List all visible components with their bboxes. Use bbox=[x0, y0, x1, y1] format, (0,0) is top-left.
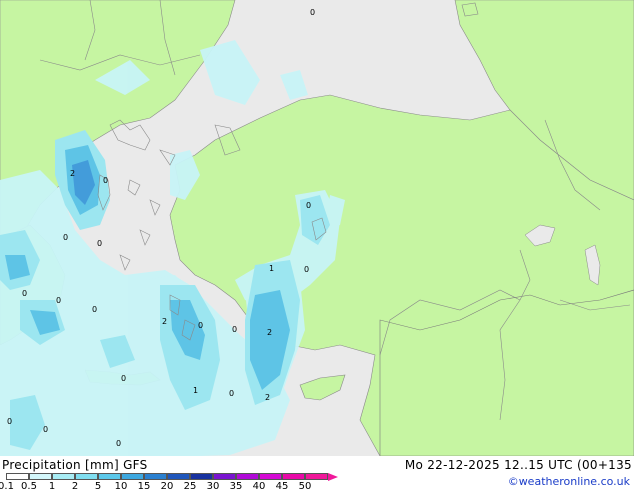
contour-label: 2 bbox=[70, 169, 75, 178]
valid-time: Mo 22-12-2025 12..15 UTC (00+135 bbox=[404, 458, 632, 472]
legend-swatch bbox=[190, 473, 213, 480]
legend-swatch bbox=[6, 473, 29, 480]
legend-tick-label: 25 bbox=[183, 481, 197, 492]
legend-swatch bbox=[75, 473, 98, 480]
legend-swatch bbox=[52, 473, 75, 480]
contour-label: 0 bbox=[198, 321, 203, 330]
contour-label: 2 bbox=[162, 317, 167, 326]
contour-label: 0 bbox=[306, 201, 311, 210]
legend-swatch bbox=[167, 473, 190, 480]
contour-label: 0 bbox=[56, 296, 61, 305]
legend-tick-label: 0.1 bbox=[0, 481, 14, 492]
contour-label: 1 bbox=[269, 264, 274, 273]
legend-swatch bbox=[259, 473, 282, 480]
legend-swatch bbox=[144, 473, 167, 480]
contour-label: 0 bbox=[43, 425, 48, 434]
legend-swatch bbox=[121, 473, 144, 480]
legend-tick-label: 1 bbox=[48, 481, 56, 492]
contour-label: 0 bbox=[22, 289, 27, 298]
legend-tick-label: 40 bbox=[252, 481, 266, 492]
contour-label: 0 bbox=[229, 389, 234, 398]
contour-label: 0 bbox=[121, 374, 126, 383]
contour-label: 0 bbox=[310, 8, 315, 17]
legend-tick-label: 45 bbox=[275, 481, 289, 492]
legend-arrow-icon bbox=[328, 473, 338, 481]
legend-swatch bbox=[282, 473, 305, 480]
legend-tick-label: 30 bbox=[206, 481, 220, 492]
credit-link[interactable]: ©weatheronline.co.uk bbox=[508, 475, 630, 488]
legend-tick-label: 10 bbox=[114, 481, 128, 492]
legend-tick-label: 20 bbox=[160, 481, 174, 492]
legend-tick-label: 2 bbox=[71, 481, 79, 492]
legend-swatch bbox=[305, 473, 328, 480]
contour-label: 2 bbox=[265, 393, 270, 402]
contour-label: 0 bbox=[116, 439, 121, 448]
legend-swatch bbox=[213, 473, 236, 480]
contour-label: 0 bbox=[103, 176, 108, 185]
contour-label: 0 bbox=[92, 305, 97, 314]
contour-label: 0 bbox=[63, 233, 68, 242]
legend-tick-label: 0.5 bbox=[21, 481, 37, 492]
contour-label: 0 bbox=[232, 325, 237, 334]
map-canvas: 2 0 0 0 0 0 0 0 1 0 2 0 2 1 0 2 0 0 0 0 … bbox=[0, 0, 634, 456]
legend-tick-label: 50 bbox=[298, 481, 312, 492]
contour-label: 2 bbox=[267, 328, 272, 337]
legend-swatch bbox=[29, 473, 52, 480]
legend-swatch bbox=[98, 473, 121, 480]
contour-label: 0 bbox=[304, 265, 309, 274]
legend-swatch bbox=[236, 473, 259, 480]
contour-label: 0 bbox=[7, 417, 12, 426]
map-title: Precipitation [mm] GFS bbox=[2, 458, 148, 472]
contour-label: 1 bbox=[193, 386, 198, 395]
legend-tick-label: 35 bbox=[229, 481, 243, 492]
contour-label: 0 bbox=[97, 239, 102, 248]
map-footer: Precipitation [mm] GFS Mo 22-12-2025 12.… bbox=[0, 456, 634, 492]
legend-tick-label: 15 bbox=[137, 481, 151, 492]
land-island-nw bbox=[461, 2, 479, 17]
legend-tick-label: 5 bbox=[94, 481, 102, 492]
precipitation-map[interactable]: 2 0 0 0 0 0 0 0 1 0 2 0 2 1 0 2 0 0 0 0 … bbox=[0, 0, 634, 456]
